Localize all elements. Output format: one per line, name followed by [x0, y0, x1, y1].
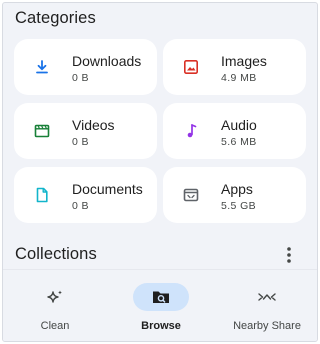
category-size: 5.5 GB	[221, 200, 257, 212]
category-card-videos[interactable]: Videos 0 B	[14, 103, 157, 159]
category-label: Documents	[72, 181, 143, 197]
files-browse-screen: Categories Downloads 0 B Images 4.9 MB V…	[2, 2, 318, 342]
nav-item-browse[interactable]: Browse	[111, 278, 211, 338]
category-size: 0 B	[72, 200, 89, 212]
browse-folder-icon	[153, 291, 169, 303]
category-label: Apps	[221, 181, 253, 197]
nav-label-browse: Browse	[141, 320, 181, 332]
category-card-audio[interactable]: Audio 5.6 MB	[163, 103, 306, 159]
apps-icon	[183, 188, 199, 202]
category-size: 0 B	[72, 136, 89, 148]
more-vert-icon[interactable]	[277, 243, 301, 267]
category-size: 5.6 MB	[221, 136, 257, 148]
category-card-downloads[interactable]: Downloads 0 B	[14, 39, 157, 95]
category-card-documents[interactable]: Documents 0 B	[14, 167, 157, 223]
document-icon	[36, 187, 48, 203]
category-label: Downloads	[72, 53, 142, 69]
image-icon	[183, 59, 198, 74]
category-label: Audio	[221, 117, 257, 133]
nav-item-nearby-share[interactable]: Nearby Share	[217, 278, 317, 338]
nav-label-nearby-share: Nearby Share	[233, 320, 301, 332]
nav-label-clean: Clean	[40, 320, 70, 332]
category-card-images[interactable]: Images 4.9 MB	[163, 39, 306, 95]
bottom-navigation: Clean Browse Nearby Share	[3, 269, 317, 341]
category-label: Videos	[72, 117, 115, 133]
nav-item-clean[interactable]: Clean	[5, 278, 105, 338]
video-icon	[34, 124, 50, 138]
collections-heading: Collections	[15, 245, 97, 263]
category-card-apps[interactable]: Apps 5.5 GB	[163, 167, 306, 223]
download-icon	[36, 60, 48, 74]
sparkle-icon	[47, 290, 62, 303]
categories-heading: Categories	[15, 9, 96, 27]
music-note-icon	[187, 124, 197, 138]
category-size: 0 B	[72, 72, 89, 84]
category-size: 4.9 MB	[221, 72, 257, 84]
nearby-share-icon	[258, 293, 276, 301]
category-label: Images	[221, 53, 267, 69]
